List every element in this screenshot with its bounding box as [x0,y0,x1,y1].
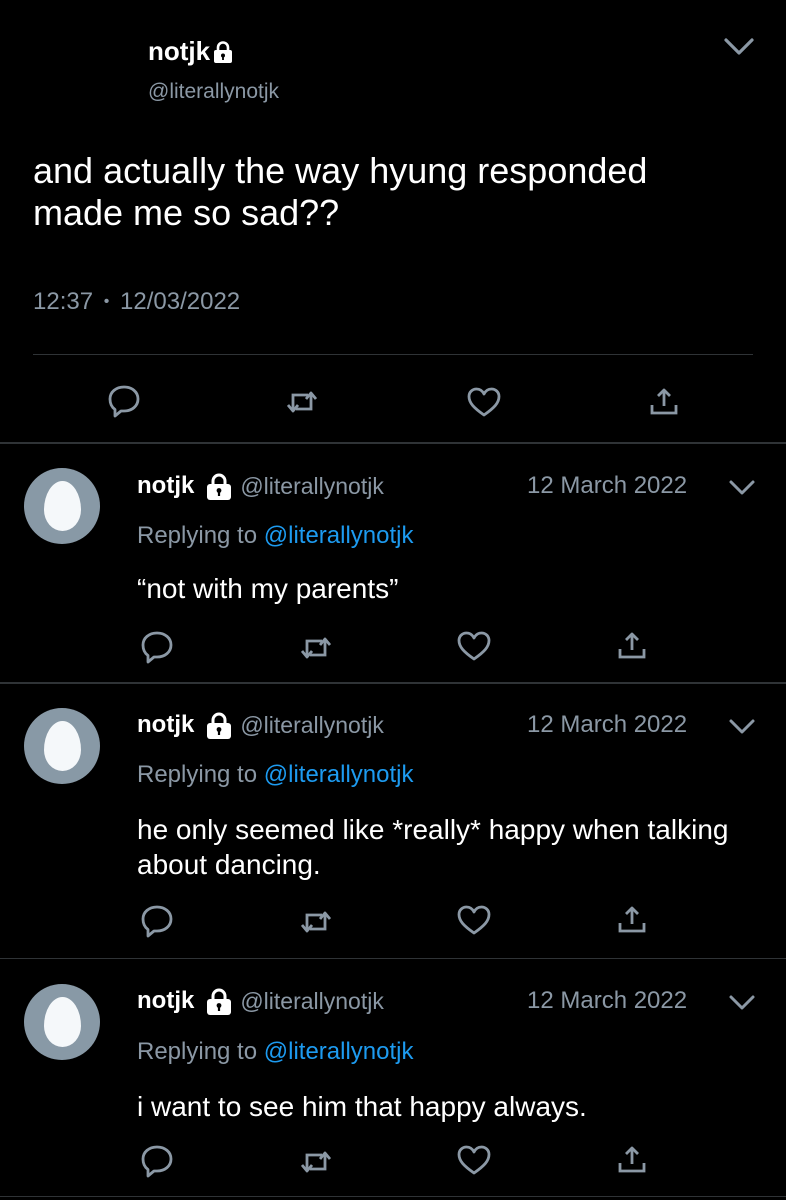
chevron-down-icon[interactable] [728,715,756,737]
share-icon[interactable] [614,1142,650,1178]
replying-to: Replying to @literallynotjk [137,522,414,549]
divider [33,354,753,355]
retweet-icon[interactable] [298,630,334,666]
reply-text: “not with my parents” [137,573,399,604]
replying-to-link[interactable]: @literallynotjk [264,522,414,549]
lock-icon [207,473,232,500]
author-name: notjk [148,36,211,66]
chevron-down-icon[interactable] [728,476,756,498]
lock-icon [207,712,232,739]
avatar[interactable] [24,708,100,784]
tweet-time: 12:37 [33,288,94,315]
tweet-timestamp: 12:37 • 12/03/2022 [33,288,240,316]
reply-date[interactable]: 12 March 2022 [527,472,687,500]
share-icon[interactable] [614,902,650,938]
like-icon[interactable] [466,384,502,420]
reply-date[interactable]: 12 March 2022 [527,711,687,739]
retweet-icon[interactable] [284,384,320,420]
meta-separator: • [103,293,110,310]
chevron-down-icon[interactable] [728,991,756,1013]
lock-icon [214,40,233,63]
retweet-icon[interactable] [298,1144,334,1180]
reply-icon[interactable] [106,382,142,418]
like-icon[interactable] [456,1142,492,1178]
replying-to-link[interactable]: @literallynotjk [264,761,414,788]
default-avatar-egg [44,481,81,531]
like-icon[interactable] [456,628,492,664]
avatar[interactable] [24,984,100,1060]
lock-icon [207,988,232,1015]
reply-icon[interactable] [139,902,175,938]
like-icon[interactable] [456,902,492,938]
reply-date[interactable]: 12 March 2022 [527,987,687,1015]
reply-header: notjk @literallynotjk [137,711,384,739]
reply-text: i want to see him that happy always. [137,1091,587,1122]
divider [0,958,786,959]
replying-to: Replying to @literallynotjk [137,1038,414,1065]
reply-text: he only seemed like *really* happy when … [137,814,729,880]
default-avatar-egg [44,997,81,1047]
replying-to-link[interactable]: @literallynotjk [264,1038,414,1065]
author-name[interactable]: notjk [137,472,194,500]
retweet-icon[interactable] [298,904,334,940]
divider [0,1196,786,1197]
reply-icon[interactable] [139,1142,175,1178]
author-handle[interactable]: @literallynotjk [240,988,384,1015]
default-avatar-egg [44,721,81,771]
tweet-text: and actually the way hyung responded mad… [33,150,648,233]
author-name[interactable]: notjk [137,987,194,1015]
author-handle[interactable]: @literallynotjk [240,712,384,739]
divider [0,682,786,684]
chevron-down-icon[interactable] [722,32,756,60]
divider [0,442,786,444]
author-handle[interactable]: @literallynotjk [148,80,279,104]
reply-icon[interactable] [139,628,175,664]
tweet-date: 12/03/2022 [120,288,241,315]
avatar[interactable] [24,468,100,544]
author-handle[interactable]: @literallynotjk [240,473,384,500]
reply-header: notjk @literallynotjk [137,472,384,500]
reply-header: notjk @literallynotjk [137,987,384,1015]
replying-to: Replying to @literallynotjk [137,761,414,788]
share-icon[interactable] [614,628,650,664]
main-tweet-author[interactable]: notjk [148,36,233,67]
author-name[interactable]: notjk [137,711,194,739]
share-icon[interactable] [646,384,682,420]
